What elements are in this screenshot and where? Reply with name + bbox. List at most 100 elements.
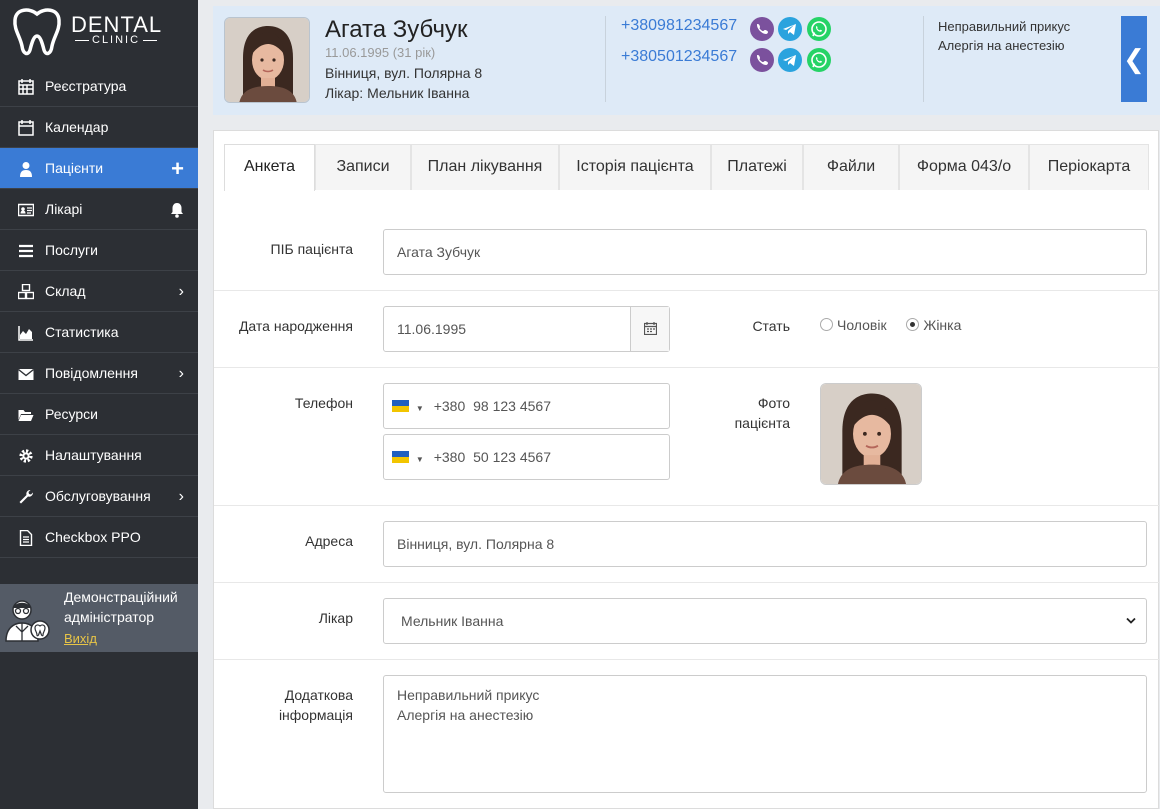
date-picker-button[interactable]	[630, 307, 669, 351]
sidebar-item-label: Послуги	[45, 242, 98, 258]
sidebar-item-calendar[interactable]: Календар	[0, 107, 198, 148]
folder-open-icon	[18, 410, 34, 421]
patient-doctor: Лікар: Мельник Іванна	[325, 85, 470, 101]
logout-link[interactable]: Вихід	[64, 631, 97, 646]
add-patient-icon[interactable]: +	[171, 148, 184, 189]
sidebar-item-checkbox-ppo[interactable]: Checkbox PPO	[0, 517, 198, 558]
patient-tabs: Анкета Записи План лікування Історія пац…	[224, 144, 1149, 191]
viber-icon[interactable]	[750, 17, 774, 41]
extra-info-textarea[interactable]: Неправильний прикус Алергія на анестезію	[383, 675, 1147, 793]
sidebar-item-label: Склад	[45, 283, 86, 299]
tab-treatment-plan[interactable]: План лікування	[411, 144, 559, 190]
sidebar-item-statistics[interactable]: Статистика	[0, 312, 198, 353]
tab-appointments[interactable]: Записи	[315, 144, 411, 190]
sidebar-item-label: Повідомлення	[45, 365, 138, 381]
ukraine-flag-icon[interactable]	[392, 400, 409, 412]
sidebar: DENTAL CLINIC Реєстратура Календар Паціє…	[0, 0, 198, 809]
divider	[923, 16, 924, 102]
sidebar-item-label: Лікарі	[45, 201, 83, 217]
calendar-icon	[644, 322, 657, 335]
phone-number: 98 123 4567	[473, 398, 551, 414]
sidebar-item-resources[interactable]: Ресурси	[0, 394, 198, 435]
tab-periochart[interactable]: Періокарта	[1029, 144, 1149, 190]
form-row-doctor: Лікар Мельник Іванна	[214, 583, 1160, 660]
bell-icon[interactable]	[170, 202, 184, 218]
dob-value: 11.06.1995	[397, 321, 467, 337]
area-chart-icon	[18, 326, 33, 341]
address-field[interactable]: Вінниця, вул. Полярна 8	[383, 521, 1147, 567]
sex-male-radio[interactable]	[820, 318, 833, 331]
calendar-icon	[18, 120, 34, 136]
patient-photo-icon	[821, 384, 921, 484]
form-row-dob: Дата народження 11.06.1995 Стать Чоловік…	[214, 291, 1160, 368]
viber-icon[interactable]	[750, 48, 774, 72]
sex-female-radio[interactable]	[906, 318, 920, 331]
envelope-icon	[18, 368, 34, 380]
user-name: Демонстраційний адміністратор	[64, 589, 178, 625]
doctor-select[interactable]: Мельник Іванна	[383, 598, 1147, 644]
sidebar-item-registry[interactable]: Реєстратура	[0, 66, 198, 107]
ukraine-flag-icon[interactable]	[392, 451, 409, 463]
chevron-down-icon[interactable]: ▼	[416, 455, 424, 464]
sex-options: Чоловік Жінка	[820, 317, 961, 333]
sidebar-item-settings[interactable]: Налаштування	[0, 435, 198, 476]
sex-female-label: Жінка	[923, 317, 962, 333]
patient-form-panel: Анкета Записи План лікування Історія пац…	[213, 130, 1160, 809]
form-row-phone: Телефон ▼ +380 98 123 4567 ▼ +380 50 123…	[214, 368, 1160, 506]
dob-label: Дата народження	[238, 318, 353, 334]
sidebar-item-patients[interactable]: Пацієнти +	[0, 148, 198, 189]
phone-field-1[interactable]: ▼ +380 98 123 4567	[383, 383, 670, 429]
patient-notes: Неправильний прикус Алергія на анестезію	[938, 17, 1070, 55]
list-icon	[19, 244, 33, 258]
dob-field[interactable]: 11.06.1995	[383, 306, 670, 352]
patient-photo[interactable]	[820, 383, 922, 485]
chevron-right-icon: ›	[178, 283, 184, 300]
tab-history[interactable]: Історія пацієнта	[559, 144, 711, 190]
chevron-right-icon: ›	[178, 365, 184, 382]
whatsapp-icon[interactable]	[807, 48, 831, 72]
sidebar-item-label: Реєстратура	[45, 78, 127, 94]
tab-payments[interactable]: Платежі	[711, 144, 803, 190]
main-menu: Реєстратура Календар Пацієнти + Лікарі П…	[0, 66, 198, 558]
name-field[interactable]: Агата Зубчук	[383, 229, 1147, 275]
collapse-header-button[interactable]: ❮	[1121, 16, 1147, 102]
telegram-icon[interactable]	[778, 17, 802, 41]
user-icon	[20, 162, 32, 177]
sidebar-item-doctors[interactable]: Лікарі	[0, 189, 198, 230]
sidebar-item-label: Статистика	[45, 324, 119, 340]
phone-1[interactable]: +380981234567	[621, 17, 737, 35]
current-user: Демонстраційний адміністратор Вихід	[0, 584, 198, 652]
phone-2[interactable]: +380501234567	[621, 48, 737, 66]
sidebar-item-messages[interactable]: Повідомлення ›	[0, 353, 198, 394]
patient-header: Агата Зубчук 11.06.1995 (31 рік) Вінниця…	[213, 6, 1160, 115]
note-line: Неправильний прикус	[938, 19, 1071, 34]
divider	[605, 16, 606, 102]
sidebar-item-label: Обслуговування	[45, 488, 151, 504]
doctor-label: Лікар	[318, 610, 353, 626]
tab-form-043[interactable]: Форма 043/о	[899, 144, 1029, 190]
grid-calendar-icon	[18, 79, 34, 95]
form-row-address: Адреса Вінниця, вул. Полярна 8	[214, 506, 1160, 583]
tab-files[interactable]: Файли	[803, 144, 899, 190]
sidebar-item-warehouse[interactable]: Склад ›	[0, 271, 198, 312]
chevron-down-icon[interactable]: ▼	[416, 404, 424, 413]
phone-field-2[interactable]: ▼ +380 50 123 4567	[383, 434, 670, 480]
tab-profile[interactable]: Анкета	[224, 144, 315, 191]
patient-address: Вінниця, вул. Полярна 8	[325, 65, 483, 81]
sidebar-item-label: Пацієнти	[45, 160, 104, 176]
sex-label: Стать	[752, 318, 790, 334]
sidebar-item-services[interactable]: Послуги	[0, 230, 198, 271]
chevron-down-icon	[1126, 617, 1136, 624]
logo[interactable]: DENTAL CLINIC	[0, 0, 198, 66]
patient-photo-icon	[225, 18, 309, 102]
photo-label: Фото пацієнта	[734, 395, 790, 431]
cubes-icon	[18, 284, 34, 300]
chevron-right-icon: ›	[178, 488, 184, 505]
phone-code: +380	[433, 449, 466, 465]
whatsapp-icon[interactable]	[807, 17, 831, 41]
phone-number: 50 123 4567	[473, 449, 551, 465]
document-icon	[19, 530, 33, 546]
sidebar-item-maintenance[interactable]: Обслуговування ›	[0, 476, 198, 517]
sidebar-item-label: Checkbox PPO	[45, 529, 141, 545]
telegram-icon[interactable]	[778, 48, 802, 72]
